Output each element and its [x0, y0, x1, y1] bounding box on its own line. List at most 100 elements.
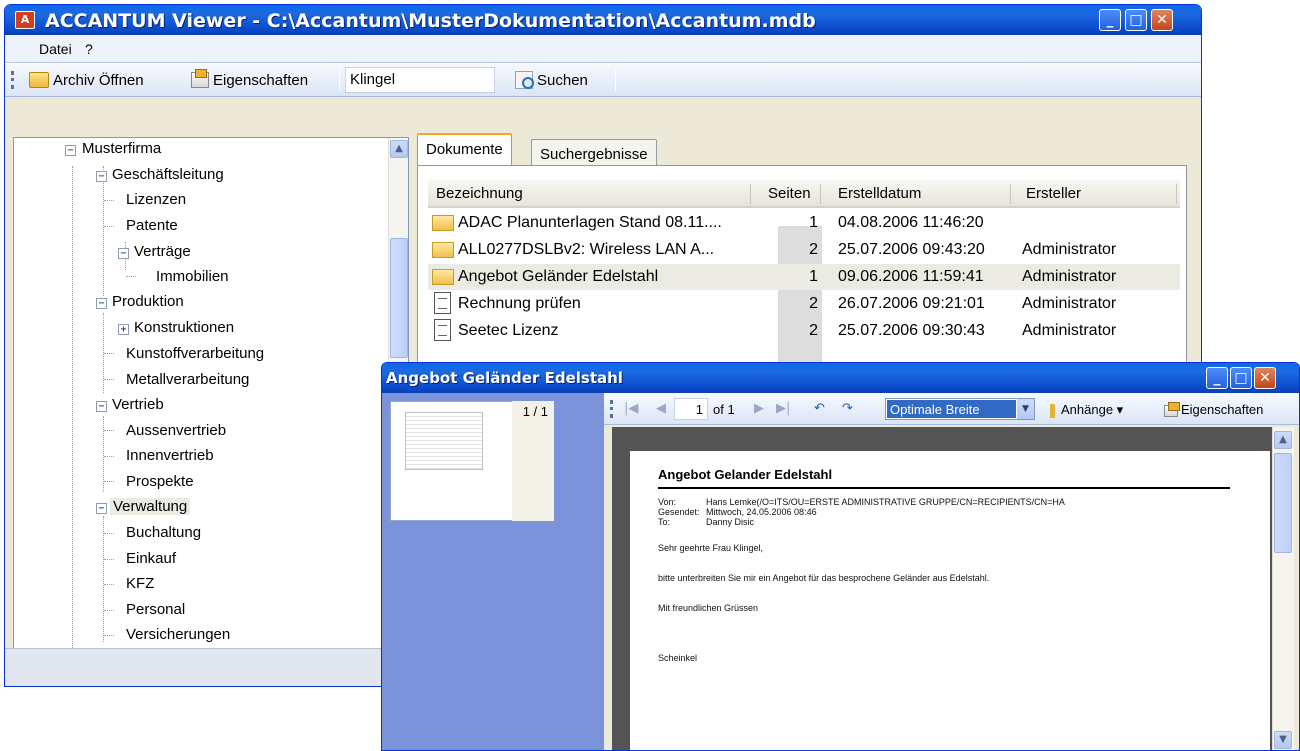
- redo-icon[interactable]: ↷: [842, 401, 853, 416]
- scroll-up-icon[interactable]: ▲: [1274, 431, 1292, 449]
- scroll-up-icon[interactable]: ▲: [390, 140, 408, 158]
- app-logo-icon: A: [15, 11, 35, 29]
- tree-item-buchaltung[interactable]: Buchaltung: [126, 524, 201, 541]
- open-archive-button[interactable]: Archiv Öffnen: [29, 69, 144, 91]
- tree-item-lizenzen[interactable]: Lizenzen: [126, 191, 186, 208]
- tree-item-verwaltung[interactable]: Verwaltung: [110, 498, 191, 515]
- viewer-title-bar[interactable]: Angebot Geländer Edelstahl _ □ ✕: [382, 363, 1299, 393]
- tree-line: [104, 559, 114, 560]
- column-header-seiten[interactable]: Seiten: [768, 185, 811, 202]
- tree-item-kfz[interactable]: KFZ: [126, 575, 154, 592]
- body-line: Sehr geehrte Frau Klingel,: [658, 543, 764, 553]
- collapse-icon[interactable]: −: [96, 298, 107, 309]
- document-scrollbar[interactable]: ▲ ▼: [1272, 427, 1294, 750]
- minimize-button[interactable]: _: [1099, 9, 1121, 31]
- properties-icon: [191, 69, 209, 88]
- scrollbar-thumb[interactable]: [1274, 453, 1292, 553]
- toolbar-grip-icon[interactable]: [11, 71, 14, 89]
- scroll-down-icon[interactable]: ▼: [1274, 731, 1292, 749]
- properties-icon: [1164, 401, 1180, 417]
- row-author: Administrator: [1022, 241, 1117, 258]
- table-row[interactable]: ALL0277DSLBv2: Wireless LAN A... 2 25.07…: [428, 237, 1180, 263]
- meta-value-to: Danny Disic: [706, 517, 755, 527]
- tree-line: [104, 456, 114, 457]
- chevron-down-icon[interactable]: ▼: [1017, 399, 1034, 419]
- row-author: Administrator: [1022, 268, 1117, 285]
- column-header-erstelldatum[interactable]: Erstelldatum: [838, 185, 921, 202]
- collapse-icon[interactable]: −: [96, 503, 107, 514]
- viewer-toolbar: |◀ ◀ 1 of 1 ▶ ▶| ↶ ↷ Optimale Breite ▼ A…: [604, 393, 1299, 425]
- document-view[interactable]: Angebot Gelander Edelstahl Von: Hans Lem…: [612, 427, 1272, 750]
- viewer-minimize-button[interactable]: _: [1206, 367, 1228, 389]
- menu-help[interactable]: ?: [85, 41, 93, 57]
- zoom-value: Optimale Breite: [887, 400, 1016, 418]
- viewer-close-button[interactable]: ✕: [1254, 367, 1276, 389]
- column-header-bezeichnung[interactable]: Bezeichnung: [436, 185, 523, 202]
- tree-line: [104, 353, 114, 354]
- zoom-select[interactable]: Optimale Breite ▼: [885, 398, 1035, 420]
- maximize-button[interactable]: □: [1125, 9, 1147, 31]
- first-page-icon[interactable]: |◀: [624, 401, 638, 416]
- row-author: Administrator: [1022, 295, 1117, 312]
- tree-item-vertraege[interactable]: Verträge: [134, 243, 191, 260]
- tree-item-musterfirma[interactable]: Musterfirma: [82, 140, 161, 157]
- table-row[interactable]: Angebot Geländer Edelstahl 1 09.06.2006 …: [428, 264, 1180, 290]
- collapse-icon[interactable]: −: [65, 145, 76, 156]
- scrollbar-thumb[interactable]: [390, 238, 408, 358]
- row-date: 25.07.2006 09:43:20: [838, 241, 985, 258]
- last-page-icon[interactable]: ▶|: [776, 401, 790, 416]
- tab-dokumente[interactable]: Dokumente: [417, 133, 512, 166]
- tree-item-konstruktionen[interactable]: Konstruktionen: [134, 319, 234, 336]
- row-pages: 2: [809, 322, 818, 339]
- tree-item-innenvertrieb[interactable]: Innenvertrieb: [126, 447, 214, 464]
- previous-page-icon[interactable]: ◀: [656, 401, 666, 416]
- attachments-button[interactable]: Anhänge ▾: [1050, 402, 1123, 418]
- tree-line: [104, 635, 114, 636]
- next-page-icon[interactable]: ▶: [754, 401, 764, 416]
- viewer-maximize-button[interactable]: □: [1230, 367, 1252, 389]
- tree-item-patente[interactable]: Patente: [126, 217, 178, 234]
- tree-item-einkauf[interactable]: Einkauf: [126, 550, 176, 567]
- row-date: 04.08.2006 11:46:20: [838, 214, 984, 231]
- documents-list: Bezeichnung Seiten Erstelldatum Erstelle…: [417, 165, 1187, 365]
- heading-rule: [658, 487, 1230, 489]
- body-line: Mit freundlichen Grüssen: [658, 603, 759, 613]
- collapse-icon[interactable]: −: [96, 401, 107, 412]
- properties-button[interactable]: Eigenschaften: [191, 69, 308, 91]
- close-button[interactable]: ✕: [1151, 9, 1173, 31]
- open-archive-label: Archiv Öffnen: [53, 71, 144, 89]
- tree-item-personal[interactable]: Personal: [126, 601, 185, 618]
- table-row[interactable]: Seetec Lizenz 2 25.07.2006 09:30:43 Admi…: [428, 318, 1180, 344]
- row-author: Administrator: [1022, 322, 1117, 339]
- column-header-ersteller[interactable]: Ersteller: [1026, 185, 1081, 202]
- undo-icon[interactable]: ↶: [814, 401, 825, 416]
- body-line: Scheinkel: [658, 653, 698, 663]
- collapse-icon[interactable]: −: [118, 248, 129, 259]
- page-number-input[interactable]: 1: [674, 398, 708, 420]
- tree-item-immobilien[interactable]: Immobilien: [156, 268, 229, 285]
- list-header: Bezeichnung Seiten Erstelldatum Erstelle…: [428, 180, 1180, 208]
- toolbar-grip-icon[interactable]: [610, 400, 613, 418]
- envelope-icon: [432, 269, 454, 285]
- tree-item-versicherungen[interactable]: Versicherungen: [126, 626, 230, 643]
- table-row[interactable]: ADAC Planunterlagen Stand 08.11.... 1 04…: [428, 210, 1180, 236]
- folder-open-icon: [29, 72, 49, 88]
- tree-line: [103, 516, 104, 642]
- tree-item-produktion[interactable]: Produktion: [112, 293, 184, 310]
- tree-item-metallverarbeitung[interactable]: Metallverarbeitung: [126, 371, 249, 388]
- viewer-properties-button[interactable]: Eigenschaften: [1164, 401, 1263, 417]
- search-button[interactable]: Suchen: [515, 69, 588, 91]
- folder-tree[interactable]: − Musterfirma − Geschäftsleitung Lizenze…: [13, 137, 409, 651]
- search-input[interactable]: Klingel: [345, 67, 495, 93]
- tree-item-prospekte[interactable]: Prospekte: [126, 473, 194, 490]
- expand-icon[interactable]: +: [118, 324, 129, 335]
- collapse-icon[interactable]: −: [96, 171, 107, 182]
- tree-item-geschaeftsleitung[interactable]: Geschäftsleitung: [112, 166, 224, 183]
- tree-item-vertrieb[interactable]: Vertrieb: [112, 396, 164, 413]
- main-title-bar[interactable]: A ACCANTUM Viewer - C:\Accantum\MusterDo…: [5, 5, 1201, 35]
- document-page: Angebot Gelander Edelstahl Von: Hans Lem…: [630, 451, 1270, 750]
- table-row[interactable]: Rechnung prüfen 2 26.07.2006 09:21:01 Ad…: [428, 291, 1180, 317]
- tree-item-aussenvertrieb[interactable]: Aussenvertrieb: [126, 422, 226, 439]
- tree-item-kunstoffverarbeitung[interactable]: Kunstoffverarbeitung: [126, 345, 264, 362]
- menu-datei[interactable]: Datei: [39, 41, 72, 57]
